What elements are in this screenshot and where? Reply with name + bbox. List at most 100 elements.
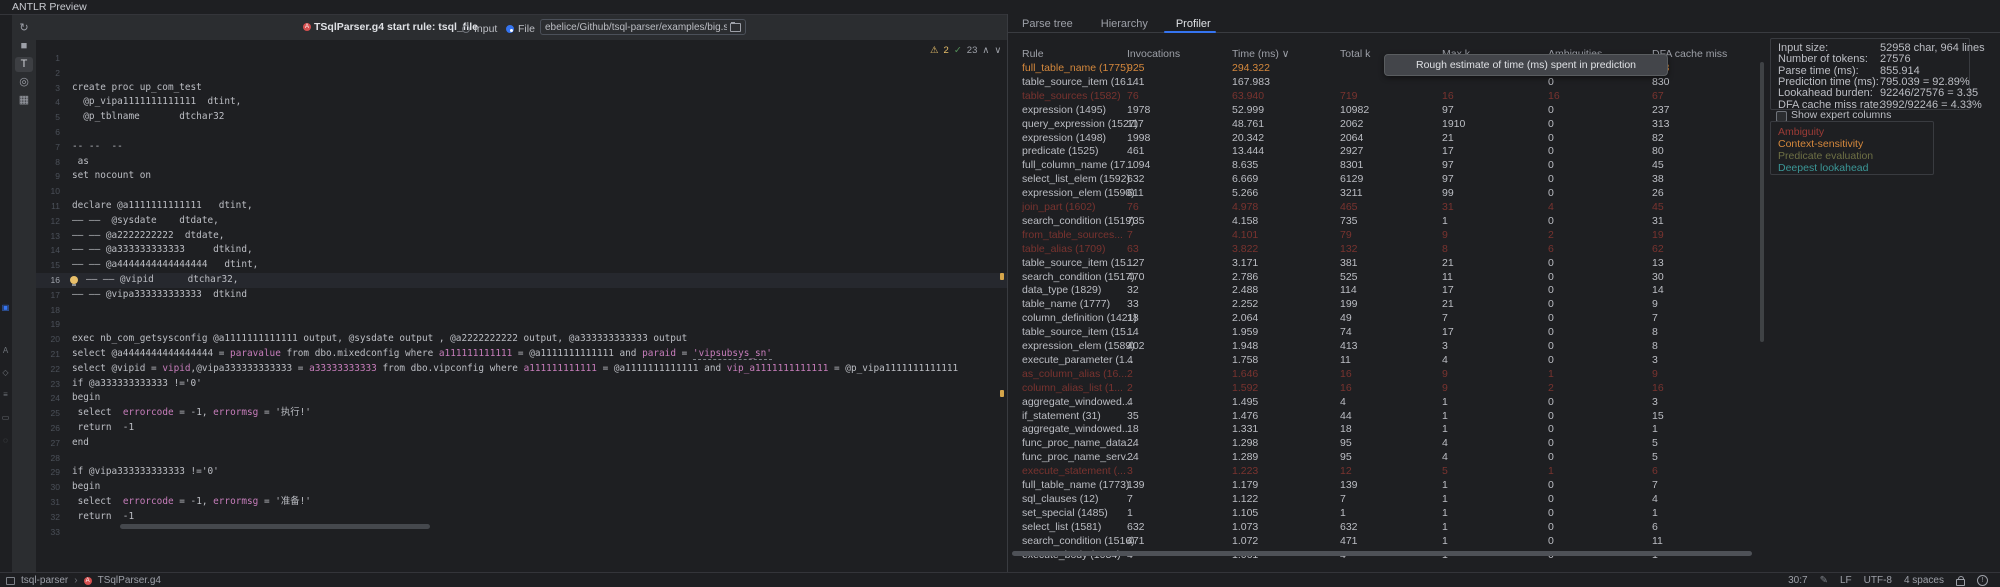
profiler-table-row[interactable]: from_table_sources...74.101799219 bbox=[1008, 229, 1760, 243]
indent-widget[interactable]: 4 spaces bbox=[1904, 575, 1944, 586]
code-editor[interactable]: 123create proc up_com_test4 @p_vipa11111… bbox=[36, 40, 1007, 572]
warning-stripe-mark[interactable] bbox=[1000, 390, 1004, 397]
scope-icon[interactable]: ◎ bbox=[15, 75, 33, 90]
breadcrumb-file[interactable]: TSqlParser.g4 bbox=[98, 575, 161, 586]
caret-position[interactable]: 30:7 bbox=[1788, 575, 1807, 586]
line-ending-widget[interactable]: LF bbox=[1840, 575, 1852, 586]
prev-problem-icon[interactable]: ∧ bbox=[982, 45, 989, 56]
profiler-table-row[interactable]: search_condition (1519)7354.1587351031 bbox=[1008, 215, 1760, 229]
folder-icon[interactable] bbox=[730, 23, 741, 32]
profiler-table-row[interactable]: search_condition (1516)4711.0724711011 bbox=[1008, 535, 1760, 549]
profiler-table-row[interactable]: aggregate_windowed...181.33118101 bbox=[1008, 423, 1760, 437]
profiler-table-row[interactable]: select_list_elem (1592)6326.669612997038 bbox=[1008, 173, 1760, 187]
profiler-table-row[interactable]: search_condition (1517)4702.78652511030 bbox=[1008, 271, 1760, 285]
input-radio-label[interactable]: Input bbox=[474, 23, 497, 35]
radio-off-icon[interactable] bbox=[462, 25, 470, 33]
profiler-table-row[interactable]: table_source_item (16...141167.9830830 bbox=[1008, 76, 1760, 90]
problems-stripe-icon[interactable]: ◌ bbox=[1, 436, 10, 445]
code-line[interactable]: @p_tblname dtchar32 bbox=[72, 110, 224, 125]
encoding-widget[interactable]: UTF-8 bbox=[1864, 575, 1892, 586]
next-problem-icon[interactable]: ∨ bbox=[994, 45, 1001, 56]
file-path-field[interactable]: ebelice/Github/tsql-parser/examples/big.… bbox=[540, 19, 746, 35]
pencil-slash-icon[interactable]: ✎ bbox=[1820, 575, 1828, 586]
find-stripe-icon[interactable]: A bbox=[1, 346, 10, 355]
profiler-table-row[interactable]: func_proc_name_serv...241.28995405 bbox=[1008, 451, 1760, 465]
code-line[interactable]: select @vipid = vipid,@vipa333333333333 … bbox=[72, 362, 958, 377]
code-line[interactable]: as bbox=[72, 155, 89, 170]
code-line[interactable]: —— —— @a4444444444444444 dtint, bbox=[72, 258, 258, 273]
code-line[interactable]: @p_vipa1111111111111 dtint, bbox=[72, 95, 241, 110]
code-line[interactable]: select errorcode = -1, errormsg = '执行!' bbox=[72, 406, 311, 421]
code-line[interactable]: create proc up_com_test bbox=[72, 81, 202, 96]
expert-columns-label[interactable]: Show expert columns bbox=[1791, 109, 1891, 121]
code-line[interactable]: exec nb_com_getsysconfig @a1111111111111… bbox=[72, 332, 687, 347]
code-line[interactable]: set nocount on bbox=[72, 169, 151, 184]
profiler-table-row[interactable]: predicate (1525)46113.444292717080 bbox=[1008, 145, 1760, 159]
profiler-table-row[interactable]: data_type (1829)322.48811417014 bbox=[1008, 284, 1760, 298]
profiler-table-row[interactable]: expression_elem (1590)6115.266321199026 bbox=[1008, 187, 1760, 201]
table-v-scrollbar[interactable] bbox=[1760, 62, 1764, 342]
profiler-table-row[interactable]: full_column_name (17...10948.63583019704… bbox=[1008, 159, 1760, 173]
code-line[interactable]: declare @a1111111111111 dtint, bbox=[72, 199, 253, 214]
breadcrumb-project[interactable]: tsql-parser bbox=[21, 575, 68, 586]
terminal-stripe-icon[interactable]: ▭ bbox=[1, 413, 10, 422]
profiler-table-row[interactable]: sql_clauses (12)71.1227104 bbox=[1008, 493, 1760, 507]
tab-hierarchy[interactable]: Hierarchy bbox=[1101, 18, 1148, 30]
profiler-table-row[interactable]: table_source_item (15...141.959741708 bbox=[1008, 326, 1760, 340]
code-line[interactable]: —— —— @sysdate dtdate, bbox=[72, 214, 219, 229]
profiler-table-row[interactable]: select_list (1581)6321.073632106 bbox=[1008, 521, 1760, 535]
profiler-table-row[interactable]: if_statement (31)351.476441015 bbox=[1008, 410, 1760, 424]
editor-h-scrollbar[interactable] bbox=[120, 524, 430, 529]
code-line[interactable]: return -1 bbox=[72, 510, 134, 525]
profiler-table-row[interactable]: table_source_item (15...1273.17138121013 bbox=[1008, 257, 1760, 271]
structure-stripe-icon[interactable]: ◇ bbox=[1, 368, 10, 377]
code-line[interactable]: —— —— @a333333333333 dtkind, bbox=[72, 243, 253, 258]
column-header-invocations[interactable]: Invocations bbox=[1127, 48, 1180, 60]
code-line[interactable]: begin bbox=[72, 391, 100, 406]
profiler-table-row[interactable]: join_part (1602)764.97846531445 bbox=[1008, 201, 1760, 215]
text-input-icon[interactable]: T bbox=[15, 57, 33, 72]
code-line[interactable]: —— —— @vipid dtchar32, bbox=[86, 273, 238, 288]
profiler-table-row[interactable]: table_sources (1582)7663.940719161667 bbox=[1008, 90, 1760, 104]
profiler-table-row[interactable]: table_alias (1709)633.8221328662 bbox=[1008, 243, 1760, 257]
tab-profiler[interactable]: Profiler bbox=[1176, 18, 1211, 30]
profiler-table-row[interactable]: column_definition (1421)182.06449707 bbox=[1008, 312, 1760, 326]
radio-on-icon[interactable] bbox=[506, 25, 514, 33]
file-radio-label[interactable]: File bbox=[518, 23, 535, 35]
profiler-table-row[interactable]: expression (1498)199820.342206421082 bbox=[1008, 132, 1760, 146]
code-line[interactable]: begin bbox=[72, 480, 100, 495]
code-line[interactable]: —— —— @a2222222222 dtdate, bbox=[72, 229, 224, 244]
intention-bulb-icon[interactable] bbox=[70, 276, 78, 284]
profiler-table-row[interactable]: execute_statement (...31.22312516 bbox=[1008, 465, 1760, 479]
profiler-table-row[interactable]: expression_elem (1589)4021.948413308 bbox=[1008, 340, 1760, 354]
profiler-table-row[interactable]: func_proc_name_data...241.29895405 bbox=[1008, 437, 1760, 451]
profiler-table-row[interactable]: table_name (1777)332.2521992109 bbox=[1008, 298, 1760, 312]
table-h-scrollbar[interactable] bbox=[1012, 551, 1752, 556]
error-notification-icon[interactable]: ! bbox=[1977, 575, 1988, 586]
code-line[interactable]: end bbox=[72, 436, 89, 451]
unlock-icon[interactable] bbox=[1956, 579, 1965, 586]
inspections-widget[interactable]: ⚠ 2 ✓ 23 ∧ ∨ bbox=[930, 45, 1001, 56]
profiler-table-row[interactable]: as_column_alias (16...21.64616919 bbox=[1008, 368, 1760, 382]
code-line[interactable]: —— —— @vipa333333333333 dtkind bbox=[72, 288, 247, 303]
code-line[interactable]: select errorcode = -1, errormsg = '准备!' bbox=[72, 495, 311, 510]
profiler-table-row[interactable]: set_special (1485)11.1051101 bbox=[1008, 507, 1760, 521]
file-path-value[interactable]: ebelice/Github/tsql-parser/examples/big.… bbox=[545, 22, 727, 33]
refresh-icon[interactable]: ↻ bbox=[15, 21, 33, 36]
code-line[interactable]: return -1 bbox=[72, 421, 134, 436]
todo-stripe-icon[interactable]: ≡ bbox=[1, 390, 10, 399]
file-radio[interactable]: File bbox=[506, 23, 535, 35]
input-radio[interactable]: Input bbox=[462, 23, 497, 35]
antlr-preview-stripe-icon[interactable]: ▣ bbox=[1, 303, 10, 312]
profiler-table-row[interactable]: column_alias_list (1...21.592169216 bbox=[1008, 382, 1760, 396]
profiler-table-row[interactable]: query_expression (1527)11748.76120621910… bbox=[1008, 118, 1760, 132]
column-header-time-ms-[interactable]: Time (ms) ∨ bbox=[1232, 48, 1289, 60]
column-header-rule[interactable]: Rule bbox=[1022, 48, 1044, 60]
column-header-total-k[interactable]: Total k bbox=[1340, 48, 1370, 60]
warning-stripe-mark[interactable] bbox=[1000, 273, 1004, 280]
profiler-table-row[interactable]: aggregate_windowed...41.4954103 bbox=[1008, 396, 1760, 410]
grid-icon[interactable]: ▦ bbox=[15, 93, 33, 108]
code-line[interactable]: if @a333333333333 !='0' bbox=[72, 377, 202, 392]
profiler-table-row[interactable]: full_table_name (1773)1391.179139107 bbox=[1008, 479, 1760, 493]
tab-parse-tree[interactable]: Parse tree bbox=[1022, 18, 1073, 30]
